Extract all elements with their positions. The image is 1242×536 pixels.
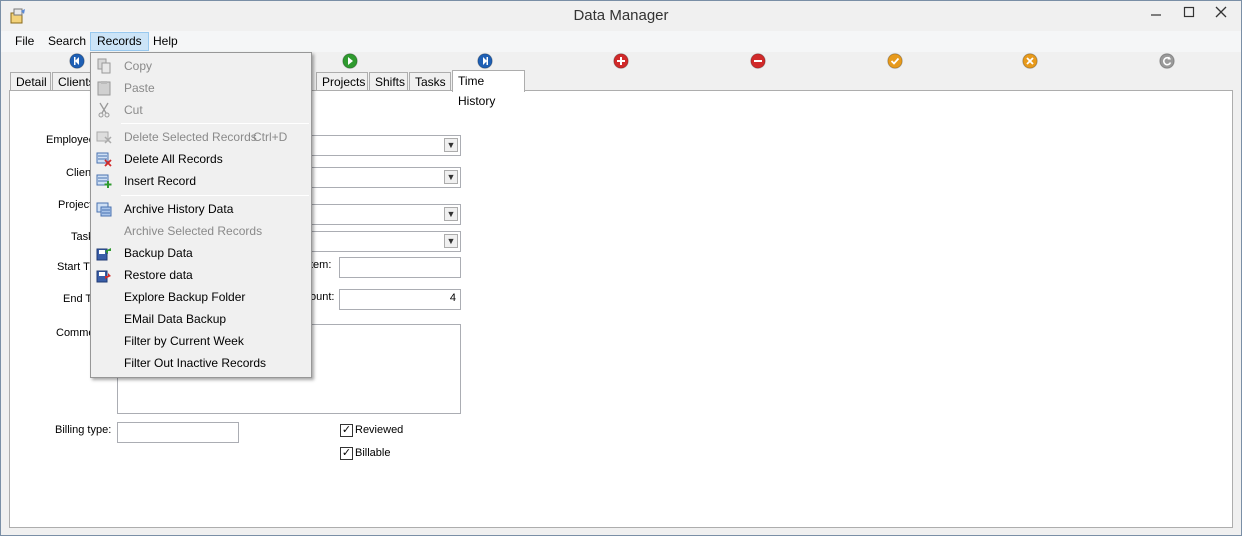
close-button[interactable]	[1203, 3, 1239, 27]
comment-label: Comme	[56, 327, 95, 339]
start-time-label: Start T	[57, 261, 90, 273]
reviewed-label: Reviewed	[355, 424, 404, 436]
employee-label: Employee	[46, 134, 95, 146]
menu-copy[interactable]: Copy	[91, 55, 311, 77]
menu-archive-history[interactable]: Archive History Data	[91, 198, 311, 220]
insert-record-icon	[96, 173, 112, 189]
tab-time-history[interactable]: Time History	[452, 70, 525, 108]
menu-delete-all[interactable]: Delete All Records	[91, 148, 311, 170]
menu-archive-history-label: Archive History Data	[124, 202, 234, 216]
refresh-icon[interactable]	[1159, 53, 1175, 69]
minimize-icon	[1151, 14, 1161, 16]
menu-insert-record[interactable]: Insert Record	[91, 170, 311, 192]
menu-filter-inactive-label: Filter Out Inactive Records	[124, 356, 267, 370]
delete-record-icon[interactable]	[750, 53, 766, 69]
restore-icon	[96, 267, 112, 283]
amount-value: 4	[449, 292, 456, 304]
delete-all-icon	[96, 151, 112, 167]
close-icon	[1215, 6, 1227, 18]
reviewed-checkbox[interactable]: ✓	[340, 424, 353, 437]
delete-selected-icon	[96, 129, 112, 145]
amount-label: ount:	[310, 291, 335, 303]
menu-backup-data-label: Backup Data	[124, 246, 193, 260]
menu-insert-record-label: Insert Record	[124, 174, 197, 188]
menu-delete-selected-label: Delete Selected Records	[124, 130, 257, 144]
billable-label: Billable	[355, 447, 391, 459]
window-title: Data Manager	[573, 7, 669, 24]
chevron-down-icon[interactable]: ▼	[444, 170, 458, 184]
amount-field[interactable]: 4	[339, 289, 461, 310]
billable-checkbox[interactable]: ✓	[340, 447, 353, 460]
tab-projects[interactable]: Projects	[316, 72, 368, 91]
menu-records[interactable]: Records	[90, 32, 149, 51]
task-select[interactable]: ▼	[310, 231, 461, 252]
title-bar: Data Manager	[1, 1, 1241, 31]
menu-filter-week[interactable]: Filter by Current Week	[91, 330, 311, 352]
employee-select[interactable]: ▼	[310, 135, 461, 156]
cancel-edit-icon[interactable]	[1022, 53, 1038, 69]
menu-email-backup[interactable]: EMail Data Backup	[91, 308, 311, 330]
add-record-icon[interactable]	[613, 53, 629, 69]
menu-separator	[121, 123, 309, 124]
post-edit-icon[interactable]	[887, 53, 903, 69]
chevron-down-icon[interactable]: ▼	[444, 138, 458, 152]
scissors-icon	[96, 102, 112, 118]
end-time-label: End T	[63, 293, 93, 305]
client-select[interactable]: ▼	[310, 167, 461, 188]
project-label: Project	[58, 199, 93, 211]
project-select[interactable]: ▼	[310, 204, 461, 225]
app-window: Data Manager File Search Records Help De…	[0, 0, 1242, 536]
billing-type-field[interactable]	[117, 422, 239, 443]
menu-file[interactable]: File	[9, 32, 40, 51]
menu-restore-data[interactable]: Restore data	[91, 264, 311, 286]
menu-delete-selected-shortcut: Ctrl+D	[253, 130, 288, 144]
menu-paste[interactable]: Paste	[91, 77, 311, 99]
archive-icon	[96, 201, 112, 217]
maximize-button[interactable]	[1173, 3, 1205, 27]
minimize-button[interactable]	[1140, 3, 1172, 27]
menu-help[interactable]: Help	[147, 32, 184, 51]
menu-delete-all-label: Delete All Records	[124, 152, 223, 166]
chevron-down-icon[interactable]: ▼	[444, 207, 458, 221]
tab-shifts[interactable]: Shifts	[369, 72, 408, 91]
menu-paste-label: Paste	[124, 81, 155, 95]
menu-filter-week-label: Filter by Current Week	[124, 334, 244, 348]
menu-cut[interactable]: Cut	[91, 99, 311, 121]
menu-email-backup-label: EMail Data Backup	[124, 312, 227, 326]
first-record-icon[interactable]	[69, 53, 85, 69]
tab-tasks[interactable]: Tasks	[409, 72, 451, 91]
menu-cut-label: Cut	[124, 103, 143, 117]
item-label: tem:	[310, 259, 332, 271]
menu-copy-label: Copy	[124, 59, 153, 73]
menu-archive-selected-label: Archive Selected Records	[124, 224, 263, 238]
menu-delete-selected[interactable]: Delete Selected Records Ctrl+D	[91, 126, 311, 148]
chevron-down-icon[interactable]: ▼	[444, 234, 458, 248]
menu-restore-data-label: Restore data	[124, 268, 193, 282]
billing-type-label: Billing type:	[55, 424, 112, 436]
copy-icon	[96, 58, 112, 74]
backup-icon	[96, 245, 112, 261]
menu-separator	[121, 195, 309, 196]
maximize-icon	[1183, 6, 1195, 18]
last-record-icon[interactable]	[477, 53, 493, 69]
next-record-icon[interactable]	[342, 53, 358, 69]
menu-bar: File Search Records Help	[1, 31, 1241, 52]
menu-archive-selected[interactable]: Archive Selected Records	[91, 220, 311, 242]
menu-explore-backup[interactable]: Explore Backup Folder	[91, 286, 311, 308]
menu-backup-data[interactable]: Backup Data	[91, 242, 311, 264]
menu-filter-inactive[interactable]: Filter Out Inactive Records	[91, 352, 311, 374]
paste-icon	[96, 80, 112, 96]
tab-detail[interactable]: Detail	[10, 72, 51, 91]
menu-explore-backup-label: Explore Backup Folder	[124, 290, 246, 304]
records-menu: Copy Paste Cut Delete Selected Records C…	[90, 52, 312, 378]
item-field[interactable]	[339, 257, 461, 278]
menu-search[interactable]: Search	[42, 32, 92, 51]
